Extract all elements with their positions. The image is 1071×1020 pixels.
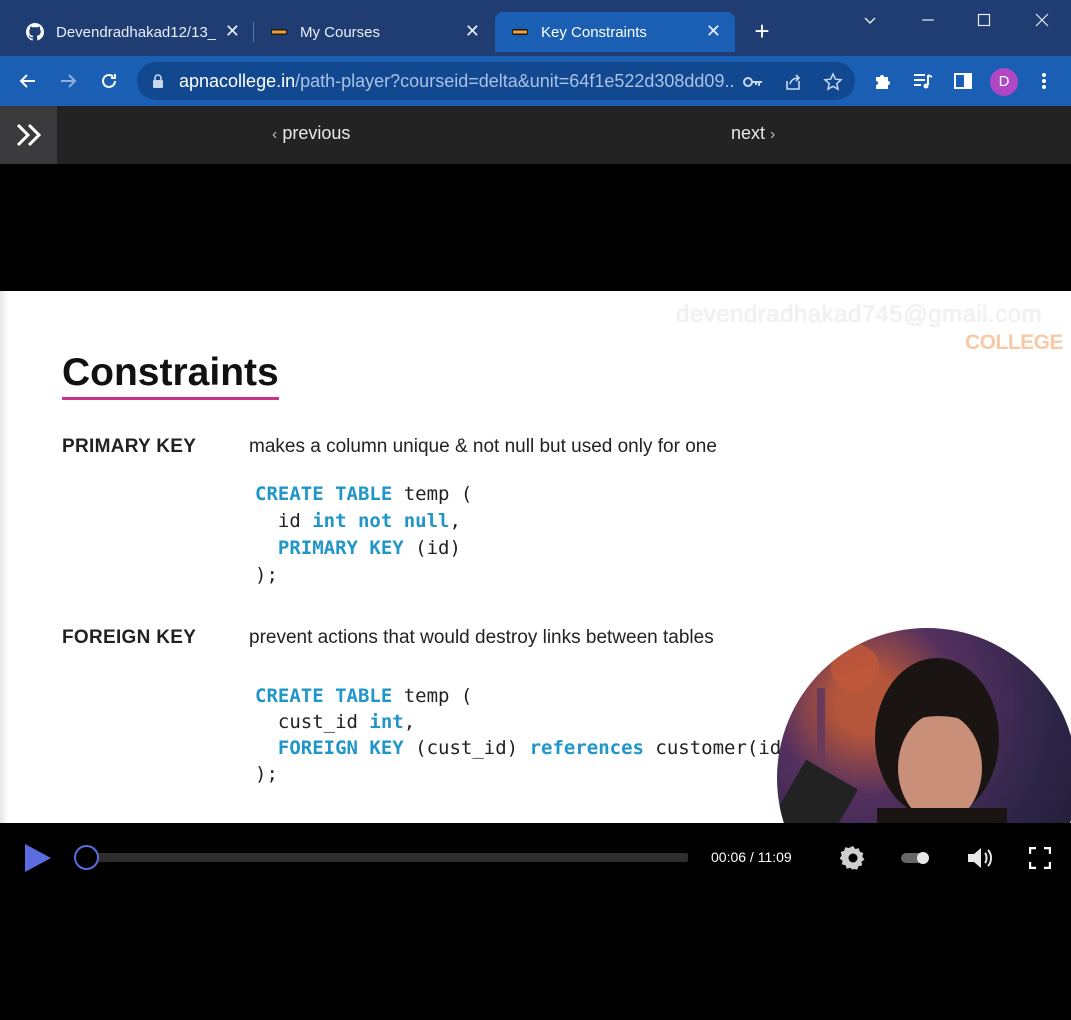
play-icon bbox=[25, 844, 51, 872]
code-line: ); bbox=[255, 562, 472, 589]
code-line: FOREIGN KEY (cust_id) references custome… bbox=[255, 735, 793, 761]
url-host: apnacollege.in bbox=[179, 71, 296, 91]
next-label: next bbox=[731, 123, 766, 143]
primary-key-description: makes a column unique & not null but use… bbox=[249, 436, 717, 457]
tab-key-constraints[interactable]: Key Constraints ✕ bbox=[495, 12, 735, 52]
tab-label: Devendradhakad12/13_ bbox=[56, 23, 216, 41]
video-letterbox-bottom bbox=[0, 893, 1071, 1020]
slide-title: Constraints bbox=[62, 351, 279, 394]
code-text: temp ( bbox=[392, 483, 473, 505]
time-display: 00:06 / 11:09 bbox=[711, 849, 792, 865]
settings-gear-icon[interactable] bbox=[838, 843, 868, 873]
kebab-menu-icon[interactable] bbox=[1031, 68, 1057, 94]
code-keyword: CREATE TABLE bbox=[255, 483, 393, 505]
side-panel-icon[interactable] bbox=[950, 68, 976, 94]
tab-label: My Courses bbox=[300, 23, 381, 41]
code-line: CREATE TABLE temp ( bbox=[255, 683, 793, 709]
code-text: temp ( bbox=[392, 685, 473, 707]
lock-icon[interactable] bbox=[151, 73, 165, 89]
chevron-left-icon: ‹ bbox=[272, 126, 278, 143]
apna-college-favicon bbox=[512, 29, 528, 35]
close-tab-icon[interactable]: ✕ bbox=[225, 22, 240, 40]
code-line: id int not null, bbox=[255, 508, 472, 535]
foreign-key-description: prevent actions that would destroy links… bbox=[249, 627, 714, 648]
url-path: /path-player?courseid=delta&unit=64f1e52… bbox=[295, 71, 735, 91]
extensions-puzzle-icon[interactable] bbox=[870, 68, 896, 94]
code-line: ); bbox=[255, 761, 793, 787]
tab-search-chevron-icon[interactable] bbox=[850, 8, 890, 32]
volume-icon[interactable] bbox=[966, 843, 996, 873]
reload-icon[interactable] bbox=[96, 68, 122, 94]
video-letterbox-top bbox=[0, 164, 1071, 291]
code-line: CREATE TABLE temp ( bbox=[255, 481, 472, 508]
code-line: cust_id int, bbox=[255, 709, 793, 735]
apna-college-favicon bbox=[271, 29, 287, 35]
play-button[interactable] bbox=[24, 843, 52, 878]
tab-my-courses[interactable]: My Courses ✕ bbox=[254, 12, 494, 52]
code-text: (cust_id) bbox=[403, 737, 530, 759]
previous-label: previous bbox=[282, 123, 351, 143]
code-text: cust_id bbox=[255, 711, 370, 733]
slide-edge-shadow bbox=[0, 291, 8, 823]
back-arrow-icon[interactable] bbox=[15, 68, 41, 94]
video-controls: 00:06 / 11:09 bbox=[0, 823, 1071, 893]
key-icon[interactable] bbox=[742, 71, 764, 93]
college-brand-logo: COLLEGE bbox=[965, 331, 1064, 354]
media-queue-icon[interactable] bbox=[910, 68, 936, 94]
email-watermark: devendradhakad745@gmail.com bbox=[676, 301, 1043, 328]
address-bar[interactable]: apnacollege.in/path-player?courseid=delt… bbox=[137, 62, 855, 100]
code-text: customer(id) bbox=[643, 737, 793, 759]
close-window-icon[interactable] bbox=[1022, 8, 1062, 32]
double-chevron-right-icon bbox=[16, 123, 41, 147]
code-keyword: PRIMARY KEY bbox=[255, 537, 404, 559]
close-tab-icon[interactable]: ✕ bbox=[706, 22, 721, 40]
fullscreen-icon[interactable] bbox=[1025, 843, 1055, 873]
foreign-key-term: FOREIGN KEY bbox=[62, 627, 197, 648]
instructor-webcam bbox=[777, 628, 1071, 823]
primary-key-code: CREATE TABLE temp ( id int not null, PRI… bbox=[255, 481, 472, 589]
video-frame[interactable]: devendradhakad745@gmail.com COLLEGE Cons… bbox=[0, 291, 1071, 823]
tab-bar: Devendradhakad12/13_ ✕ My Courses ✕ Key … bbox=[0, 0, 1071, 56]
code-keyword: int not null bbox=[312, 510, 450, 532]
url-text[interactable]: apnacollege.in/path-player?courseid=delt… bbox=[179, 71, 735, 92]
sidebar-toggle-button[interactable] bbox=[0, 106, 57, 164]
github-icon bbox=[26, 23, 44, 41]
tab-label: Key Constraints bbox=[541, 23, 647, 41]
title-underline bbox=[62, 397, 279, 400]
code-text: id bbox=[255, 510, 313, 532]
foreign-key-code: CREATE TABLE temp ( cust_id int, FOREIGN… bbox=[255, 683, 793, 787]
previous-button[interactable]: ‹ previous bbox=[272, 123, 350, 144]
chevron-right-icon: › bbox=[770, 126, 776, 143]
close-tab-icon[interactable]: ✕ bbox=[465, 22, 480, 40]
code-text: , bbox=[449, 510, 461, 532]
autoplay-toggle-icon[interactable] bbox=[898, 843, 932, 873]
code-line: PRIMARY KEY (id) bbox=[255, 535, 472, 562]
code-keyword: int bbox=[369, 711, 404, 733]
new-tab-button[interactable]: + bbox=[751, 18, 773, 44]
tab-github[interactable]: Devendradhakad12/13_ ✕ bbox=[10, 12, 254, 52]
share-icon[interactable] bbox=[782, 71, 804, 93]
primary-key-term: PRIMARY KEY bbox=[62, 436, 197, 457]
bookmark-star-icon[interactable] bbox=[822, 71, 844, 93]
browser-toolbar: apnacollege.in/path-player?courseid=delt… bbox=[0, 56, 1071, 106]
maximize-icon[interactable] bbox=[964, 8, 1004, 32]
next-button[interactable]: next › bbox=[731, 123, 775, 144]
code-keyword: references bbox=[529, 737, 644, 759]
minimize-icon[interactable] bbox=[908, 8, 948, 32]
forward-arrow-icon[interactable] bbox=[55, 68, 81, 94]
code-keyword: CREATE TABLE bbox=[255, 685, 393, 707]
seek-handle[interactable] bbox=[74, 845, 100, 870]
code-text: (id) bbox=[403, 537, 461, 559]
code-text: , bbox=[403, 711, 416, 733]
profile-avatar[interactable]: D bbox=[990, 68, 1018, 96]
code-keyword: FOREIGN KEY bbox=[255, 737, 404, 759]
code-text: ); bbox=[255, 763, 278, 785]
seek-bar[interactable] bbox=[82, 853, 688, 862]
code-text: ); bbox=[255, 564, 278, 586]
player-nav-bar: ‹ previous next › bbox=[0, 106, 1071, 164]
